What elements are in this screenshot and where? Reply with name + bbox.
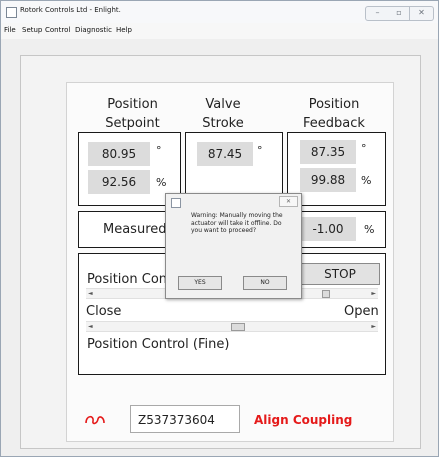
feedback-degrees-value: 87.35 bbox=[300, 140, 356, 164]
setpoint-percent-unit: % bbox=[156, 176, 167, 189]
dialog-message: Warning: Manually moving the actuator wi… bbox=[191, 212, 283, 234]
close-icon: ✕ bbox=[285, 198, 292, 205]
window-title: Rotork Controls Ltd - Enlight. bbox=[20, 6, 121, 14]
scroll-left-icon[interactable]: ◄ bbox=[88, 290, 93, 297]
app-icon bbox=[6, 7, 17, 18]
dialog-close-button[interactable]: ✕ bbox=[279, 196, 298, 207]
fine-control-scrollbar[interactable]: ◄ ► bbox=[86, 321, 378, 332]
dialog-app-icon bbox=[171, 198, 181, 208]
status-message: Align Coupling bbox=[254, 413, 353, 427]
stop-button[interactable]: STOP bbox=[300, 263, 380, 285]
warning-dialog: ✕ Warning: Manually moving the actuator … bbox=[165, 193, 302, 299]
menu-diagnostic[interactable]: Diagnostic bbox=[75, 26, 112, 34]
close-icon: ✕ bbox=[418, 8, 425, 17]
position-control-thumb[interactable] bbox=[322, 290, 330, 298]
setpoint-degrees-value: 80.95 bbox=[88, 142, 150, 166]
open-label: Open bbox=[344, 304, 379, 319]
close-label: Close bbox=[86, 304, 122, 319]
no-button[interactable]: NO bbox=[243, 276, 287, 290]
position-setpoint-header: Position Setpoint bbox=[95, 95, 170, 133]
menu-file[interactable]: File bbox=[4, 26, 16, 34]
minimize-icon: – bbox=[375, 8, 380, 17]
position-control-label: Position Con bbox=[87, 272, 168, 287]
feedback-percent-value: 99.88 bbox=[300, 168, 356, 192]
valve-stroke-unit: ° bbox=[257, 144, 263, 157]
header-line: Feedback bbox=[303, 116, 365, 131]
measured-unit: % bbox=[364, 223, 375, 236]
rotork-logo-icon bbox=[85, 415, 105, 425]
header-line: Stroke bbox=[202, 116, 244, 131]
valve-stroke-value: 87.45 bbox=[197, 142, 253, 166]
feedback-percent-unit: % bbox=[361, 174, 372, 187]
header-line: Setpoint bbox=[105, 116, 160, 131]
header-line: Position bbox=[308, 97, 360, 112]
maximize-button[interactable]: ▫ bbox=[389, 6, 410, 21]
scroll-right-icon[interactable]: ► bbox=[371, 290, 376, 297]
fine-control-thumb[interactable] bbox=[231, 323, 245, 331]
menu-help[interactable]: Help bbox=[116, 26, 132, 34]
setpoint-degrees-unit: ° bbox=[156, 144, 162, 157]
yes-button[interactable]: YES bbox=[178, 276, 222, 290]
menu-bar: File Setup Control Diagnostic Help bbox=[1, 23, 438, 39]
setpoint-percent-value: 92.56 bbox=[88, 170, 150, 194]
menu-setup[interactable]: Setup bbox=[22, 26, 42, 34]
maximize-icon: ▫ bbox=[396, 8, 402, 17]
measured-value: -1.00 bbox=[300, 217, 356, 241]
header-line: Position bbox=[107, 97, 158, 112]
header-line: Valve bbox=[205, 97, 241, 112]
valve-stroke-header: Valve Stroke bbox=[188, 95, 258, 133]
minimize-button[interactable]: – bbox=[365, 6, 390, 21]
position-control-fine-label: Position Control (Fine) bbox=[87, 337, 230, 352]
scroll-right-icon[interactable]: ► bbox=[371, 323, 376, 330]
menu-control[interactable]: Control bbox=[45, 26, 70, 34]
title-bar: Rotork Controls Ltd - Enlight. – ▫ ✕ bbox=[1, 1, 438, 23]
scroll-left-icon[interactable]: ◄ bbox=[88, 323, 93, 330]
feedback-degrees-unit: ° bbox=[361, 142, 367, 155]
serial-number-field: Z537373604 bbox=[130, 405, 240, 433]
measured-label: Measured bbox=[103, 222, 167, 237]
close-button[interactable]: ✕ bbox=[410, 6, 434, 21]
position-feedback-header: Position Feedback bbox=[292, 95, 376, 133]
